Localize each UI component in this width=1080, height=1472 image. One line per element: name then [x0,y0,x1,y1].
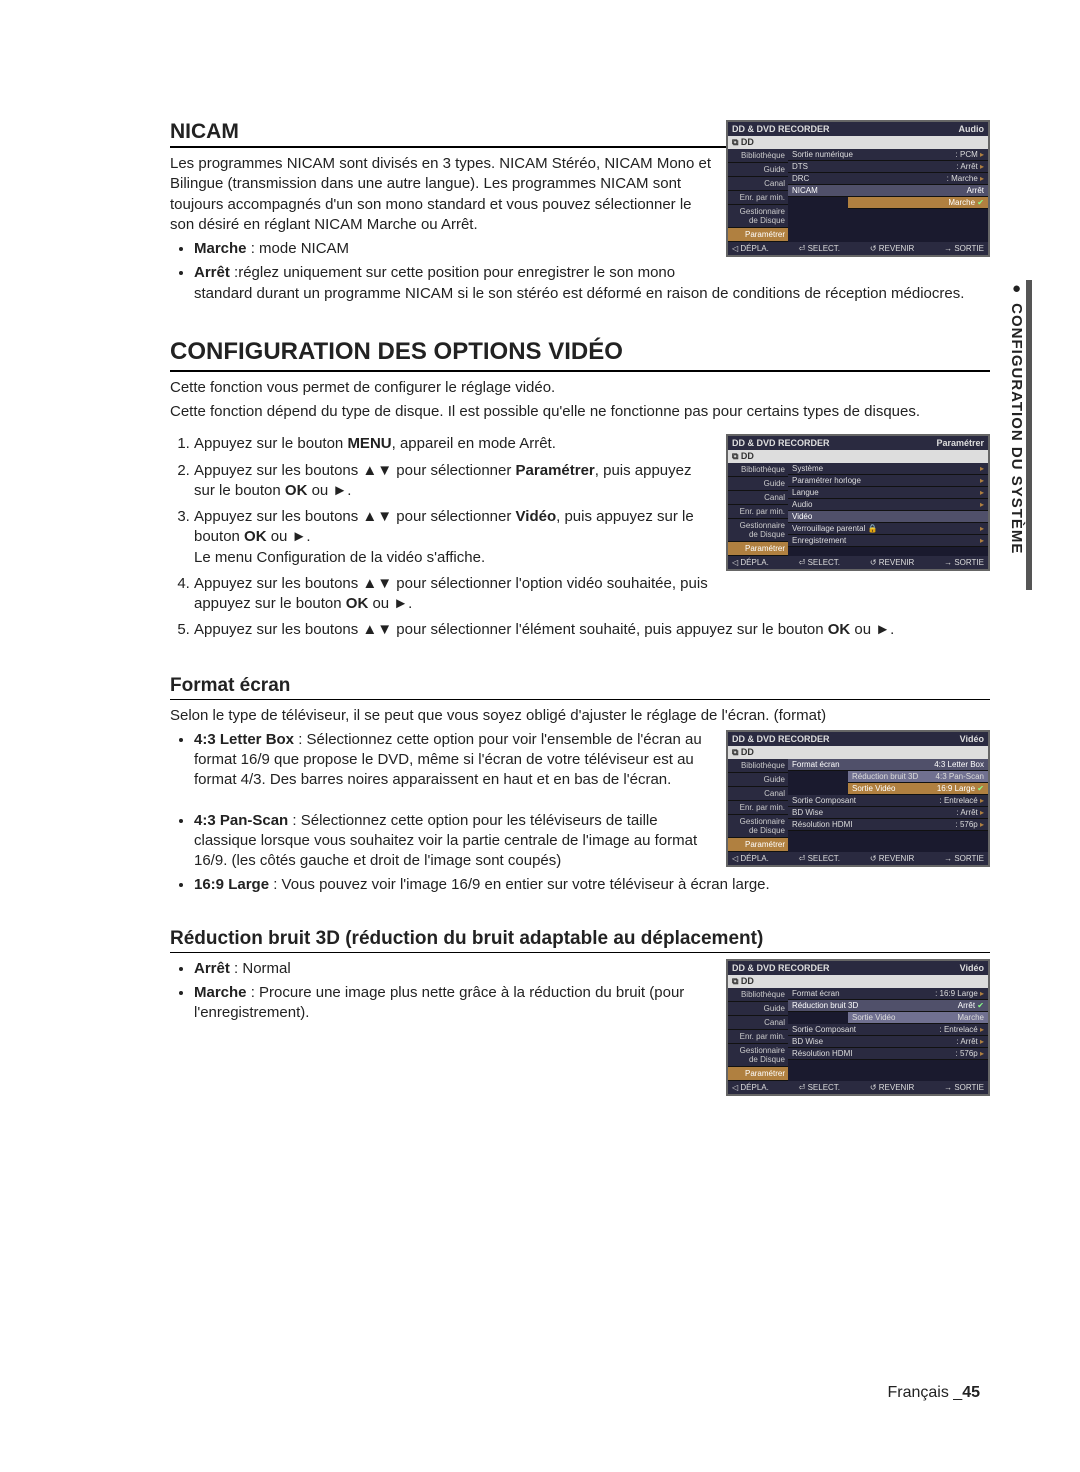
footer-lang: Français _ [888,1384,963,1401]
bullet-169-large: 16:9 Large : Vous pouvez voir l'image 16… [194,875,990,895]
osd-panel-parametrer: DD & DVD RECORDERParamétrer⧉ DDBibliothè… [726,434,990,571]
osd-panel-nicam: DD & DVD RECORDERAudio⧉ DDBibliothèqueGu… [726,120,990,257]
text-format-intro: Selon le type de téléviseur, il se peut … [170,706,990,726]
side-tab-label: ● CONFIGURATION DU SYSTÈME [1008,280,1025,554]
footer-page-number: 45 [962,1384,980,1401]
page-footer: Français _45 [888,1384,981,1402]
text-config-intro2: Cette fonction dépend du type de disque.… [170,402,990,422]
heading-config-video: CONFIGURATION DES OPTIONS VIDÉO [170,338,990,372]
osd-panel-format: DD & DVD RECORDERVidéo⧉ DDBibliothèqueGu… [726,730,990,867]
bullet-nicam-arret: Arrêt :réglez uniquement sur cette posit… [194,263,990,304]
heading-nr3d: Réduction bruit 3D (réduction du bruit a… [170,928,990,953]
side-indicator-bar [1026,280,1032,590]
step-5: Appuyez sur les boutons ▲▼ pour sélectio… [194,620,990,640]
step-4: Appuyez sur les boutons ▲▼ pour sélectio… [194,574,990,615]
osd-panel-nr3d: DD & DVD RECORDERVidéo⧉ DDBibliothèqueGu… [726,959,990,1096]
heading-format-ecran: Format écran [170,675,990,700]
text-config-intro1: Cette fonction vous permet de configurer… [170,378,990,398]
